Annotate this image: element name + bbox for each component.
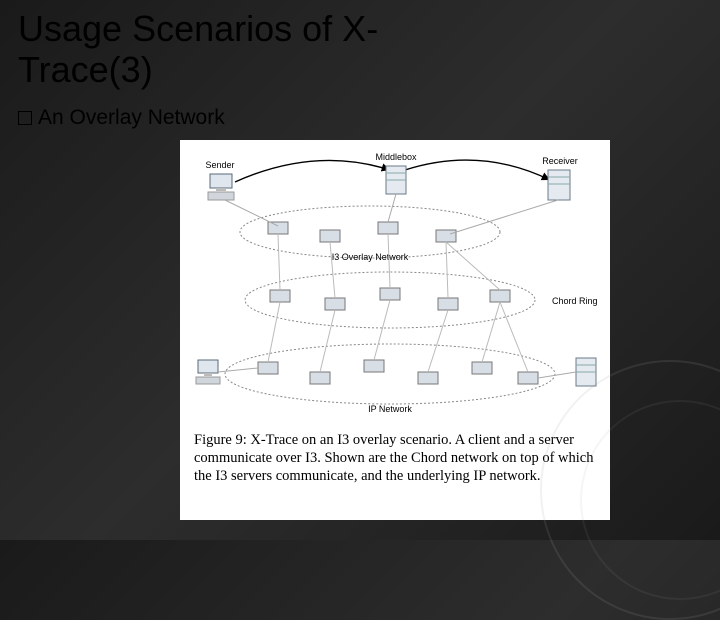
overlay-network-diagram: Sender Middlebox Receiver I3 Overl	[180, 140, 610, 420]
square-bullet-icon	[18, 111, 32, 125]
middlebox-label: Middlebox	[375, 152, 417, 162]
chord-label: Chord Ring	[552, 296, 598, 306]
ip-server-icon	[576, 358, 596, 386]
ip-client-icon	[196, 360, 220, 384]
i3-label: I3 Overlay Network	[332, 252, 409, 262]
ip-network-cloud	[225, 344, 555, 404]
receiver-icon	[548, 170, 570, 200]
title-line-1: Usage Scenarios of X-	[18, 8, 378, 49]
middlebox-icon	[386, 166, 406, 194]
title-line-2: Trace(3)	[18, 49, 153, 90]
receiver-label: Receiver	[542, 156, 578, 166]
subtitle-text: An Overlay Network	[38, 106, 225, 130]
sender-label: Sender	[205, 160, 234, 170]
subtitle-row: An Overlay Network	[18, 106, 225, 130]
ip-label: IP Network	[368, 404, 412, 414]
slide-title: Usage Scenarios of X- Trace(3)	[18, 8, 378, 91]
sender-icon	[208, 174, 234, 200]
